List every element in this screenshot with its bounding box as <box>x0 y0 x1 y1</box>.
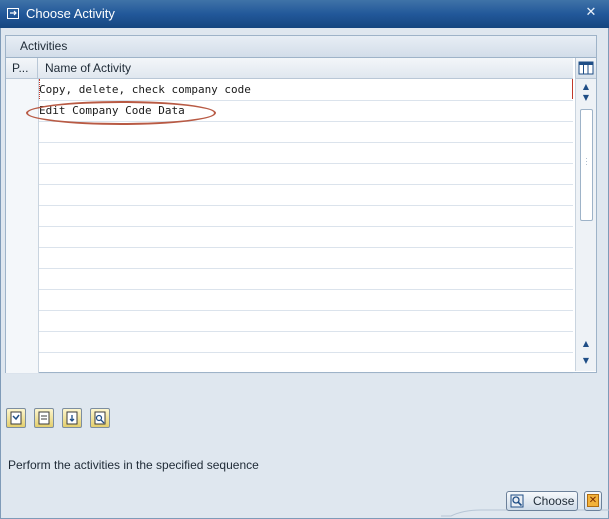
activity-name[interactable] <box>39 331 573 352</box>
activity-name[interactable]: Copy, delete, check company code <box>39 79 573 100</box>
table-row[interactable] <box>6 331 573 353</box>
activity-name[interactable] <box>39 310 573 331</box>
table-header: P... Name of Activity <box>6 58 573 79</box>
table-settings-icon[interactable] <box>575 58 596 79</box>
table-row[interactable]: Copy, delete, check company code <box>6 79 573 101</box>
activity-name[interactable] <box>39 247 573 268</box>
activity-name[interactable] <box>39 226 573 247</box>
activity-name[interactable] <box>39 352 573 373</box>
row-selector[interactable] <box>6 331 39 352</box>
activity-name[interactable] <box>39 289 573 310</box>
row-selector[interactable] <box>6 226 39 247</box>
scroll-thumb[interactable]: · · · <box>580 109 593 221</box>
details-icon[interactable] <box>90 408 110 428</box>
choose-button[interactable]: Choose <box>506 491 578 511</box>
activity-name[interactable] <box>39 142 573 163</box>
row-selector[interactable] <box>6 352 39 373</box>
row-selector[interactable] <box>6 268 39 289</box>
activity-name[interactable] <box>39 205 573 226</box>
row-selector[interactable] <box>6 142 39 163</box>
panel-title: Activities <box>6 36 596 58</box>
table-row[interactable] <box>6 310 573 332</box>
choose-icon <box>510 494 524 508</box>
row-selector[interactable] <box>6 163 39 184</box>
table-row[interactable] <box>6 205 573 227</box>
row-selector[interactable] <box>6 184 39 205</box>
column-header-p[interactable]: P... <box>6 58 38 78</box>
panel-title-label: Activities <box>20 39 68 53</box>
table-row[interactable] <box>6 352 573 374</box>
deselect-all-icon[interactable] <box>34 408 54 428</box>
highlight-annotation <box>26 101 216 125</box>
row-selector[interactable] <box>6 121 39 142</box>
scroll-bottom-icon[interactable]: ▼ <box>581 356 591 366</box>
table-row[interactable] <box>6 247 573 269</box>
row-selector[interactable] <box>6 79 39 100</box>
cancel-button[interactable]: ✕ <box>584 491 602 511</box>
scroll-top-icon[interactable]: ▲ <box>581 82 591 92</box>
vertical-scrollbar[interactable]: ▲ ▼ · · · ▲ ▼ <box>575 79 596 371</box>
column-header-name[interactable]: Name of Activity <box>39 58 572 78</box>
table-row[interactable] <box>6 226 573 248</box>
dialog-icon <box>7 7 21 20</box>
table-row[interactable] <box>6 268 573 290</box>
table-row[interactable] <box>6 289 573 311</box>
activity-name[interactable] <box>39 184 573 205</box>
activity-name[interactable] <box>39 163 573 184</box>
activity-name[interactable] <box>39 268 573 289</box>
table-row[interactable] <box>6 184 573 206</box>
scroll-down-icon[interactable]: ▼ <box>581 93 591 103</box>
row-selector[interactable] <box>6 205 39 226</box>
dialog-title: Choose Activity <box>26 6 115 21</box>
dialog-titlebar[interactable]: Choose Activity ✕ <box>0 0 609 28</box>
close-icon[interactable]: ✕ <box>583 5 599 21</box>
choose-button-label: Choose <box>533 494 575 508</box>
table-row[interactable] <box>6 163 573 185</box>
scroll-up-icon[interactable]: ▲ <box>581 339 591 349</box>
row-selector[interactable] <box>6 310 39 331</box>
activities-panel: Activities P... Name of Activity Copy, d… <box>5 35 597 374</box>
info-text: Perform the activities in the specified … <box>8 458 259 472</box>
cancel-icon: ✕ <box>587 494 599 507</box>
row-selector[interactable] <box>6 289 39 310</box>
row-selector[interactable] <box>6 247 39 268</box>
select-all-icon[interactable] <box>6 408 26 428</box>
table-row[interactable] <box>6 142 573 164</box>
select-block-icon[interactable] <box>62 408 82 428</box>
grip-icon: · · · <box>585 155 588 169</box>
